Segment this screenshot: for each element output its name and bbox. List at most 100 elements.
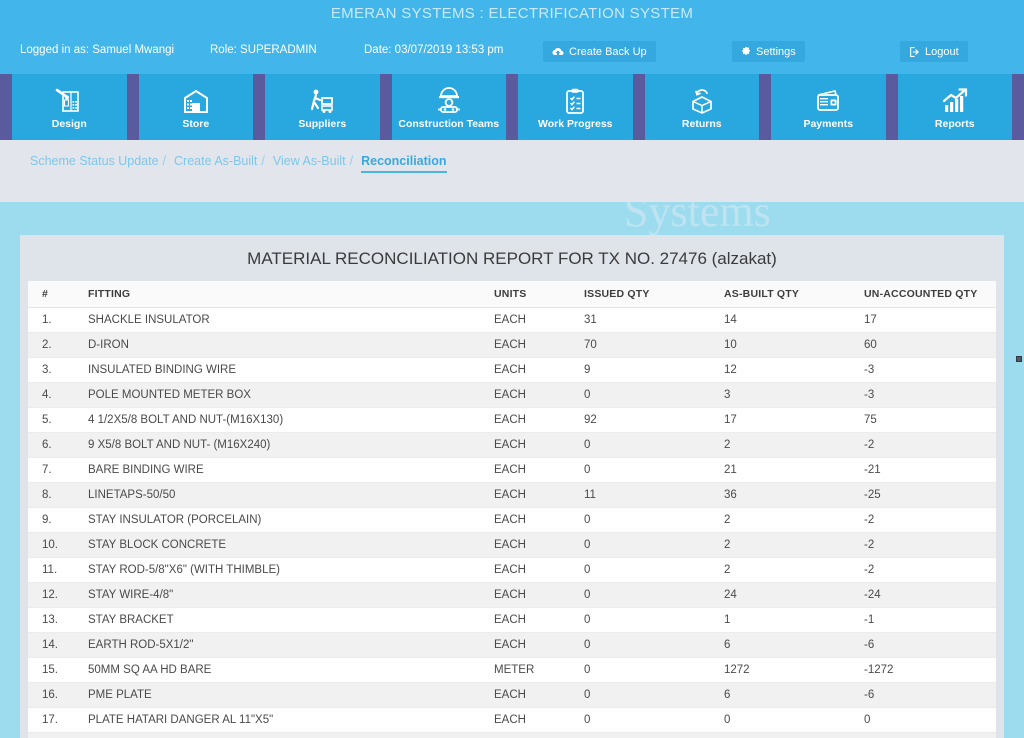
nav-item-returns[interactable]: Returns	[644, 74, 759, 140]
cell-issued-qty: 0	[584, 607, 724, 633]
wallet-icon	[814, 85, 842, 115]
cell-fitting: INSULATED BINDING WIRE	[74, 357, 494, 383]
cell-unaccounted-qty: -24	[864, 582, 996, 608]
cell-fitting: POLE MOUNTED METER BOX	[74, 382, 494, 408]
nav-item-reports[interactable]: Reports	[897, 74, 1012, 140]
table-header: # FITTING UNITS ISSUED QTY AS-BUILT QTY …	[28, 281, 996, 308]
cell-number: 16.	[28, 682, 74, 708]
cell-issued-qty: 0	[584, 457, 724, 483]
logout-label: Logout	[925, 45, 959, 58]
nav-item-work-progress[interactable]: Work Progress	[518, 74, 633, 140]
main-navigation: Design Store Suppliers Construction Team…	[0, 74, 1024, 140]
cell-number: 2.	[28, 332, 74, 358]
table-row[interactable]: 17. PLATE HATARI DANGER AL 11"X5" EACH 0 0 0	[28, 707, 996, 733]
table-row[interactable]: 15. 50MM SQ AA HD BARE METER 0 1272 -1272	[28, 657, 996, 683]
cell-fitting: STAY INSULATOR (PORCELAIN)	[74, 507, 494, 533]
cell-number: 1.	[28, 307, 74, 333]
cell-issued-qty: 31	[584, 307, 724, 333]
settings-button[interactable]: Settings	[732, 41, 805, 62]
breadcrumb-label: Scheme Status Update	[30, 154, 159, 168]
logout-button[interactable]: Logout	[900, 41, 968, 62]
cell-asbuilt-qty: 14	[724, 307, 864, 333]
cell-asbuilt-qty: 1	[724, 607, 864, 633]
cell-number: 15.	[28, 657, 74, 683]
table-row[interactable]: 3. INSULATED BINDING WIRE EACH 9 12 -3	[28, 357, 996, 383]
box-return-icon	[688, 85, 716, 115]
column-header-unaccounted-qty: UN-ACCOUNTED QTY	[864, 281, 996, 308]
breadcrumb-item-reconciliation[interactable]: Reconciliation	[361, 154, 447, 173]
column-header-asbuilt-qty: AS-BUILT QTY	[724, 281, 864, 308]
cell-number: 17.	[28, 707, 74, 733]
breadcrumb-item-create-as-built[interactable]: Create As-Built /	[174, 154, 265, 168]
nav-label-construction-teams: Construction Teams	[398, 117, 500, 130]
cell-issued-qty: 11	[584, 482, 724, 508]
cell-number: 10.	[28, 532, 74, 558]
report-title: MATERIAL RECONCILIATION REPORT FOR TX NO…	[247, 249, 777, 268]
cell-units: EACH	[494, 507, 584, 533]
cell-issued-qty: 0	[584, 632, 724, 658]
cell-issued-qty: 0	[584, 507, 724, 533]
table-row[interactable]: 14. EARTH ROD-5X1/2" EACH 0 6 -6	[28, 632, 996, 658]
table-row[interactable]: 6. 9 X5/8 BOLT AND NUT- (M16X240) EACH 0 2 -2	[28, 432, 996, 458]
breadcrumb-item-scheme-status-update[interactable]: Scheme Status Update /	[30, 154, 166, 168]
table-row[interactable]: 16. PME PLATE EACH 0 6 -6	[28, 682, 996, 708]
table-row[interactable]: 7. BARE BINDING WIRE EACH 0 21 -21	[28, 457, 996, 483]
app-header: EMERAN SYSTEMS : ELECTRIFICATION SYSTEM …	[0, 0, 1024, 74]
table-row[interactable]: 18.POLE CAPEACH000	[28, 732, 996, 738]
cell-units: EACH	[494, 482, 584, 508]
nav-item-store[interactable]: Store	[138, 74, 253, 140]
cell-unaccounted-qty: -25	[864, 482, 996, 508]
header-meta-row: Logged in as: Samuel Mwangi Role: SUPERA…	[0, 41, 1024, 65]
cell-unaccounted-qty: 60	[864, 332, 996, 358]
user-role: Role: SUPERADMIN	[210, 44, 317, 56]
cell-unaccounted-qty: 75	[864, 407, 996, 433]
nav-item-suppliers[interactable]: Suppliers	[265, 74, 380, 140]
cell-issued-qty: 0	[584, 532, 724, 558]
nav-label-construction-suppliers: Suppliers	[298, 117, 347, 130]
cell-fitting: SHACKLE INSULATOR	[74, 307, 494, 333]
cell-unaccounted-qty: -6	[864, 632, 996, 658]
cell-fitting: STAY BLOCK CONCRETE	[74, 532, 494, 558]
table-row[interactable]: 5. 4 1/2X5/8 BOLT AND NUT-(M16X130) EACH 92…	[28, 407, 996, 433]
cell-unaccounted-qty: 0	[864, 732, 996, 738]
cell-unaccounted-qty: -1272	[864, 657, 996, 683]
cell-number: 18.	[28, 732, 74, 738]
cell-unaccounted-qty: -6	[864, 682, 996, 708]
table-row[interactable]: 2. D-IRON EACH 70 10 60	[28, 332, 996, 358]
breadcrumb-item-view-as-built[interactable]: View As-Built /	[273, 154, 353, 168]
table-row[interactable]: 4. POLE MOUNTED METER BOX EACH 0 3 -3	[28, 382, 996, 408]
table-row[interactable]: 9. STAY INSULATOR (PORCELAIN) EACH 0 2 -2	[28, 507, 996, 533]
table-row[interactable]: 1. SHACKLE INSULATOR EACH 31 14 17	[28, 307, 996, 333]
cell-asbuilt-qty: 36	[724, 482, 864, 508]
cell-asbuilt-qty: 24	[724, 582, 864, 608]
cell-unaccounted-qty: -3	[864, 382, 996, 408]
cell-fitting: BARE BINDING WIRE	[74, 457, 494, 483]
table-row[interactable]: 11. STAY ROD-5/8"X6" (WITH THIMBLE) EACH 0 2…	[28, 557, 996, 583]
cell-units: EACH	[494, 332, 584, 358]
nav-label-payments: Payments	[803, 117, 854, 130]
cell-asbuilt-qty: 0	[724, 707, 864, 733]
cell-asbuilt-qty: 3	[724, 382, 864, 408]
cell-number: 6.	[28, 432, 74, 458]
nav-item-design[interactable]: Design	[12, 74, 127, 140]
cell-units: EACH	[494, 707, 584, 733]
cell-issued-qty: 0	[584, 557, 724, 583]
table-row[interactable]: 12. STAY WIRE-4/8" EACH 0 24 -24	[28, 582, 996, 608]
table-row[interactable]: 13. STAY BRACKET EACH 0 1 -1	[28, 607, 996, 633]
create-backup-button[interactable]: Create Back Up	[543, 41, 656, 62]
nav-label-work-progress: Work Progress	[538, 117, 613, 130]
cell-asbuilt-qty: 12	[724, 357, 864, 383]
breadcrumb-bar: Scheme Status Update / Create As-Built / V…	[0, 140, 1024, 202]
table-row[interactable]: 8. LINETAPS-50/50 EACH 11 36 -25	[28, 482, 996, 508]
cell-asbuilt-qty: 6	[724, 682, 864, 708]
logged-in-user: Logged in as: Samuel Mwangi	[20, 44, 175, 56]
cell-units: EACH	[494, 357, 584, 383]
cell-units: EACH	[494, 432, 584, 458]
breadcrumb-separator: /	[349, 154, 354, 168]
nav-item-payments[interactable]: Payments	[771, 74, 886, 140]
table-row[interactable]: 10. STAY BLOCK CONCRETE EACH 0 2 -2	[28, 532, 996, 558]
cell-issued-qty: 0	[584, 582, 724, 608]
logout-icon	[909, 46, 920, 57]
cell-issued-qty: 70	[584, 332, 724, 358]
nav-item-construction-teams[interactable]: Construction Teams	[391, 74, 506, 140]
